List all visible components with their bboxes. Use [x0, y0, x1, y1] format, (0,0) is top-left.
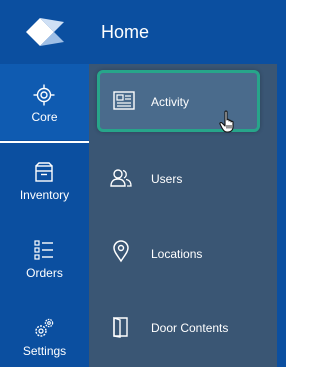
- logo[interactable]: [0, 0, 89, 64]
- hand-pointer-icon: [219, 110, 234, 133]
- rail-item-label: Settings: [22, 344, 67, 358]
- rail-item-core[interactable]: Core: [0, 64, 89, 140]
- submenu-item-label: Locations: [151, 247, 203, 261]
- rail-item-inventory[interactable]: Inventory: [0, 150, 89, 226]
- rail-item-label: Core: [31, 110, 58, 124]
- gears-icon: [35, 318, 54, 337]
- nav-rail: Core Inventory Orders Settings: [0, 64, 89, 367]
- diamond-logo-icon: [26, 18, 64, 46]
- newspaper-icon: [113, 91, 135, 110]
- rail-item-settings[interactable]: Settings: [0, 306, 89, 382]
- core-submenu: Activity Users Locations Door Contents: [89, 64, 277, 367]
- users-icon: [110, 169, 132, 187]
- submenu-item-door-contents[interactable]: Door Contents: [89, 292, 277, 364]
- list-icon: [34, 240, 53, 260]
- page-title: Home: [101, 22, 150, 42]
- submenu-item-label: Activity: [151, 95, 190, 109]
- rail-item-orders[interactable]: Orders: [0, 228, 89, 304]
- target-icon: [33, 84, 55, 106]
- submenu-item-locations[interactable]: Locations: [89, 217, 277, 289]
- inventory-box-icon: [35, 162, 53, 182]
- right-edge-strip: [277, 64, 286, 367]
- rail-divider: [0, 141, 89, 143]
- submenu-item-users[interactable]: Users: [89, 142, 277, 214]
- location-pin-icon: [113, 240, 129, 263]
- rail-item-label: Inventory: [19, 188, 70, 202]
- submenu-item-label: Door Contents: [151, 321, 229, 335]
- submenu-item-label: Users: [151, 172, 183, 186]
- app-header: Home: [0, 0, 286, 64]
- rail-item-label: Orders: [26, 266, 63, 280]
- door-icon: [113, 317, 128, 338]
